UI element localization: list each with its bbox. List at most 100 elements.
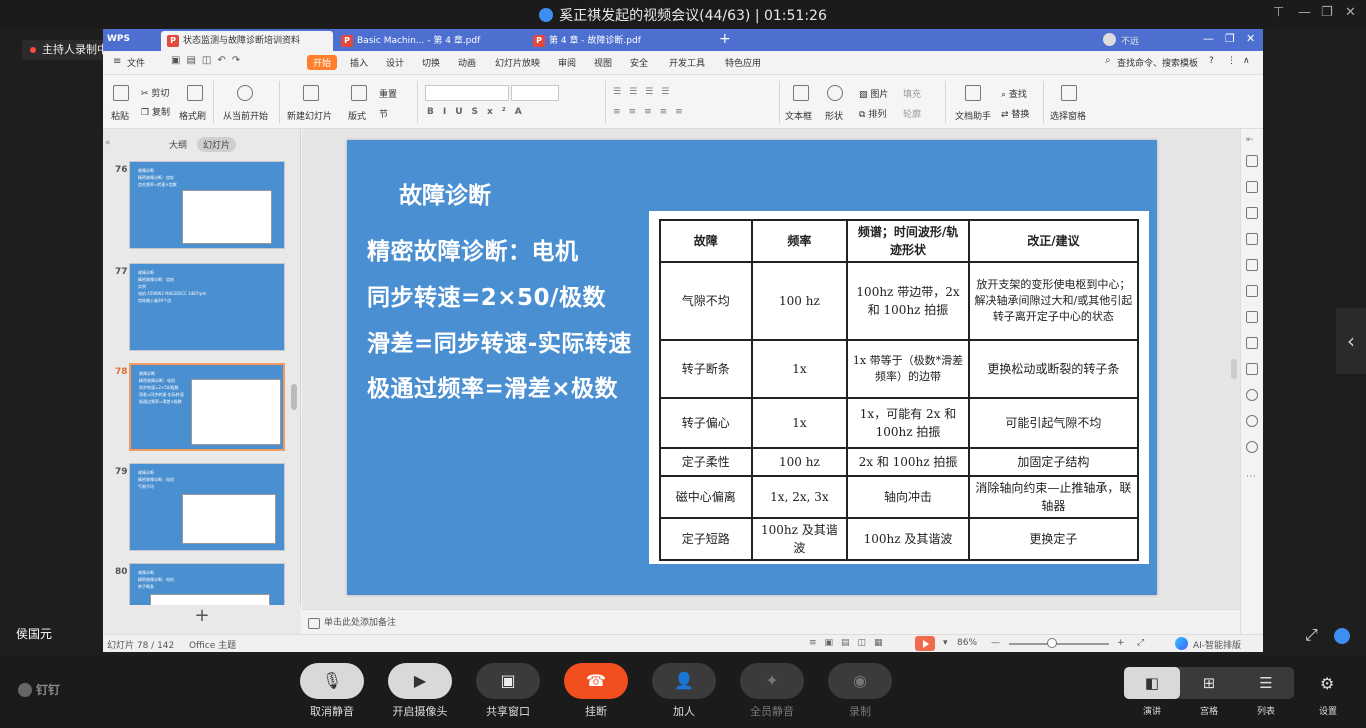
image-icon[interactable] <box>1246 337 1258 349</box>
format-painter-button[interactable]: 格式刷 <box>179 109 206 122</box>
paste-icon[interactable] <box>113 85 129 101</box>
hangup-button[interactable]: ☎ <box>564 663 628 699</box>
menu-file[interactable]: 文件 <box>127 56 145 69</box>
hamburger-icon[interactable]: ≡ <box>113 56 121 67</box>
zoom-slider[interactable] <box>1009 643 1109 645</box>
copy-button[interactable]: ❐ 复制 <box>141 105 170 118</box>
close-icon[interactable]: ✕ <box>1246 32 1255 45</box>
mute-all-button[interactable]: ✦ <box>740 663 804 699</box>
zoom-in-button[interactable]: + <box>1117 638 1125 648</box>
settings-icon[interactable]: ⚙ <box>1320 674 1334 693</box>
location-icon[interactable] <box>1246 389 1258 401</box>
textbox-button[interactable]: 文本框 <box>785 109 812 122</box>
minimize-icon[interactable]: — <box>1203 32 1214 45</box>
font-name-select[interactable] <box>425 85 509 101</box>
copy-icon[interactable] <box>1246 233 1258 245</box>
find-button[interactable]: ⌕ 查找 <box>1001 87 1027 100</box>
star-icon[interactable] <box>1246 259 1258 271</box>
restore-icon[interactable]: ❐ <box>1225 32 1235 45</box>
font-size-select[interactable] <box>511 85 559 101</box>
notes-area[interactable]: 单击此处添加备注 <box>302 609 1240 635</box>
menu-transition[interactable]: 切换 <box>422 56 440 69</box>
replace-button[interactable]: ⇄ 替换 <box>1001 107 1029 120</box>
slide-thumbnail-80[interactable]: 故障诊断 精密故障诊断：电机 转子断条 <box>129 563 285 609</box>
format-painter-icon[interactable] <box>187 85 203 101</box>
menu-animation[interactable]: 动画 <box>458 56 476 69</box>
zoom-slider-handle[interactable] <box>1047 638 1057 648</box>
reset-button[interactable]: 重置 <box>379 87 397 100</box>
expand-icon[interactable]: ⇤ <box>1246 135 1254 145</box>
add-slide-button[interactable]: + <box>103 605 301 635</box>
layout-speaker-button[interactable]: ◧ <box>1124 667 1180 699</box>
slide-thumbnail-76[interactable]: 故障诊断 精密故障诊断：齿轮 齿合频率=转速×齿数 <box>129 161 285 249</box>
more-icon[interactable]: ⋯ <box>1246 471 1256 482</box>
menu-view[interactable]: 视图 <box>594 56 612 69</box>
minimize-icon[interactable]: — <box>1298 5 1311 20</box>
tab-training-doc[interactable]: P 状态监测与故障诊断培训资料 <box>161 31 333 51</box>
play-icon[interactable] <box>237 85 253 101</box>
unmute-button[interactable]: 🎙 <box>300 663 364 699</box>
select-pane-icon[interactable] <box>1061 85 1077 101</box>
search-icon[interactable]: ⌕ <box>1105 55 1111 66</box>
view-mode-buttons[interactable]: ≡▣▤◫▦ <box>809 638 891 648</box>
collapse-side-panel-button[interactable]: ‹ <box>1336 308 1366 374</box>
tab-slides[interactable]: 幻灯片 <box>197 137 237 152</box>
arrange-button[interactable]: ⧉ 排列 <box>859 107 886 120</box>
fit-window-icon[interactable]: ⤢ <box>1137 638 1144 648</box>
layout-grid-button[interactable]: ⊞ <box>1181 667 1237 699</box>
layout-icon[interactable] <box>351 85 367 101</box>
command-search[interactable]: 查找命令、搜索模板 <box>1117 56 1198 69</box>
canvas-scrollbar[interactable] <box>1231 359 1237 379</box>
select-pane-button[interactable]: 选择窗格 <box>1050 109 1086 122</box>
recommend-icon[interactable] <box>1246 155 1258 167</box>
tab-outline[interactable]: 大纲 <box>169 138 187 151</box>
fullscreen-icon[interactable]: ⤢ <box>1305 625 1318 645</box>
outline-button[interactable]: 轮廓 <box>903 107 921 120</box>
current-slide[interactable]: 故障诊断 精密故障诊断：电机 同步转速=2×50/极数 滑差=同步转速-实际转速… <box>347 140 1157 595</box>
template-icon[interactable] <box>1246 285 1258 297</box>
play-slideshow-button[interactable] <box>915 636 935 651</box>
new-slide-icon[interactable] <box>303 85 319 101</box>
zoom-level[interactable]: 86% <box>957 638 977 648</box>
menu-review[interactable]: 审阅 <box>558 56 576 69</box>
layout-list-button[interactable]: ☰ <box>1238 667 1294 699</box>
collapse-panel-icon[interactable]: « <box>105 138 111 148</box>
menu-security[interactable]: 安全 <box>630 56 648 69</box>
shape-icon[interactable] <box>827 85 843 101</box>
history-icon[interactable] <box>1246 415 1258 427</box>
alignment-buttons[interactable]: ≡≡≡≡≡ <box>613 107 691 117</box>
play-from-current-button[interactable]: 从当前开始 <box>223 109 268 122</box>
paste-button[interactable]: 粘贴 <box>111 109 129 122</box>
shape-button[interactable]: 形状 <box>825 109 843 122</box>
textbox-icon[interactable] <box>793 85 809 101</box>
share-window-button[interactable]: ▣ <box>476 663 540 699</box>
ai-layout-button[interactable]: AI-智能排版 <box>1193 638 1241 651</box>
audio-icon[interactable] <box>1246 363 1258 375</box>
help-icon[interactable] <box>1246 441 1258 453</box>
doc-assistant-icon[interactable] <box>965 85 981 101</box>
avatar[interactable] <box>1103 33 1116 46</box>
menu-insert[interactable]: 插入 <box>350 56 368 69</box>
tab-basic-machine-pdf[interactable]: P Basic Machin... - 第 4 章.pdf <box>335 31 519 51</box>
cut-button[interactable]: ✂ 剪切 <box>141 86 169 99</box>
menu-features[interactable]: 特色应用 <box>725 56 761 69</box>
add-person-button[interactable]: 👤 <box>652 663 716 699</box>
picture-button[interactable]: ▨ 图片 <box>859 87 888 100</box>
doc-assistant-button[interactable]: 文档助手 <box>955 109 991 122</box>
help-icon[interactable]: ? <box>1209 56 1214 66</box>
text-format-buttons[interactable]: BIUSx²A <box>427 107 531 117</box>
export-icon[interactable] <box>1246 311 1258 323</box>
settings-sliders-icon[interactable] <box>1246 207 1258 219</box>
slide-thumbnail-77[interactable]: 故障诊断 精密故障诊断：齿轮 实例 电机 450KW2 M4S285CC 148… <box>129 263 285 351</box>
quick-access-toolbar[interactable]: ▣▤◫↶↷ <box>171 55 246 66</box>
tab-fault-diagnosis-pdf[interactable]: P第 4 章 - 故障诊断.pdf <box>527 31 707 51</box>
new-slide-button[interactable]: 新建幻灯片 <box>287 109 332 122</box>
slide-thumbnail-79[interactable]: 故障诊断 精密故障诊断：电机 气隙不均 <box>129 463 285 551</box>
pin-icon[interactable]: ⊤ <box>1273 5 1284 20</box>
restore-icon[interactable]: ❐ <box>1321 5 1333 20</box>
chat-icon[interactable] <box>1334 628 1350 644</box>
layout-button[interactable]: 版式 <box>348 109 366 122</box>
new-tab-icon[interactable]: + <box>719 31 731 47</box>
camera-button[interactable]: ▶ <box>388 663 452 699</box>
zoom-out-button[interactable]: — <box>991 638 1000 648</box>
